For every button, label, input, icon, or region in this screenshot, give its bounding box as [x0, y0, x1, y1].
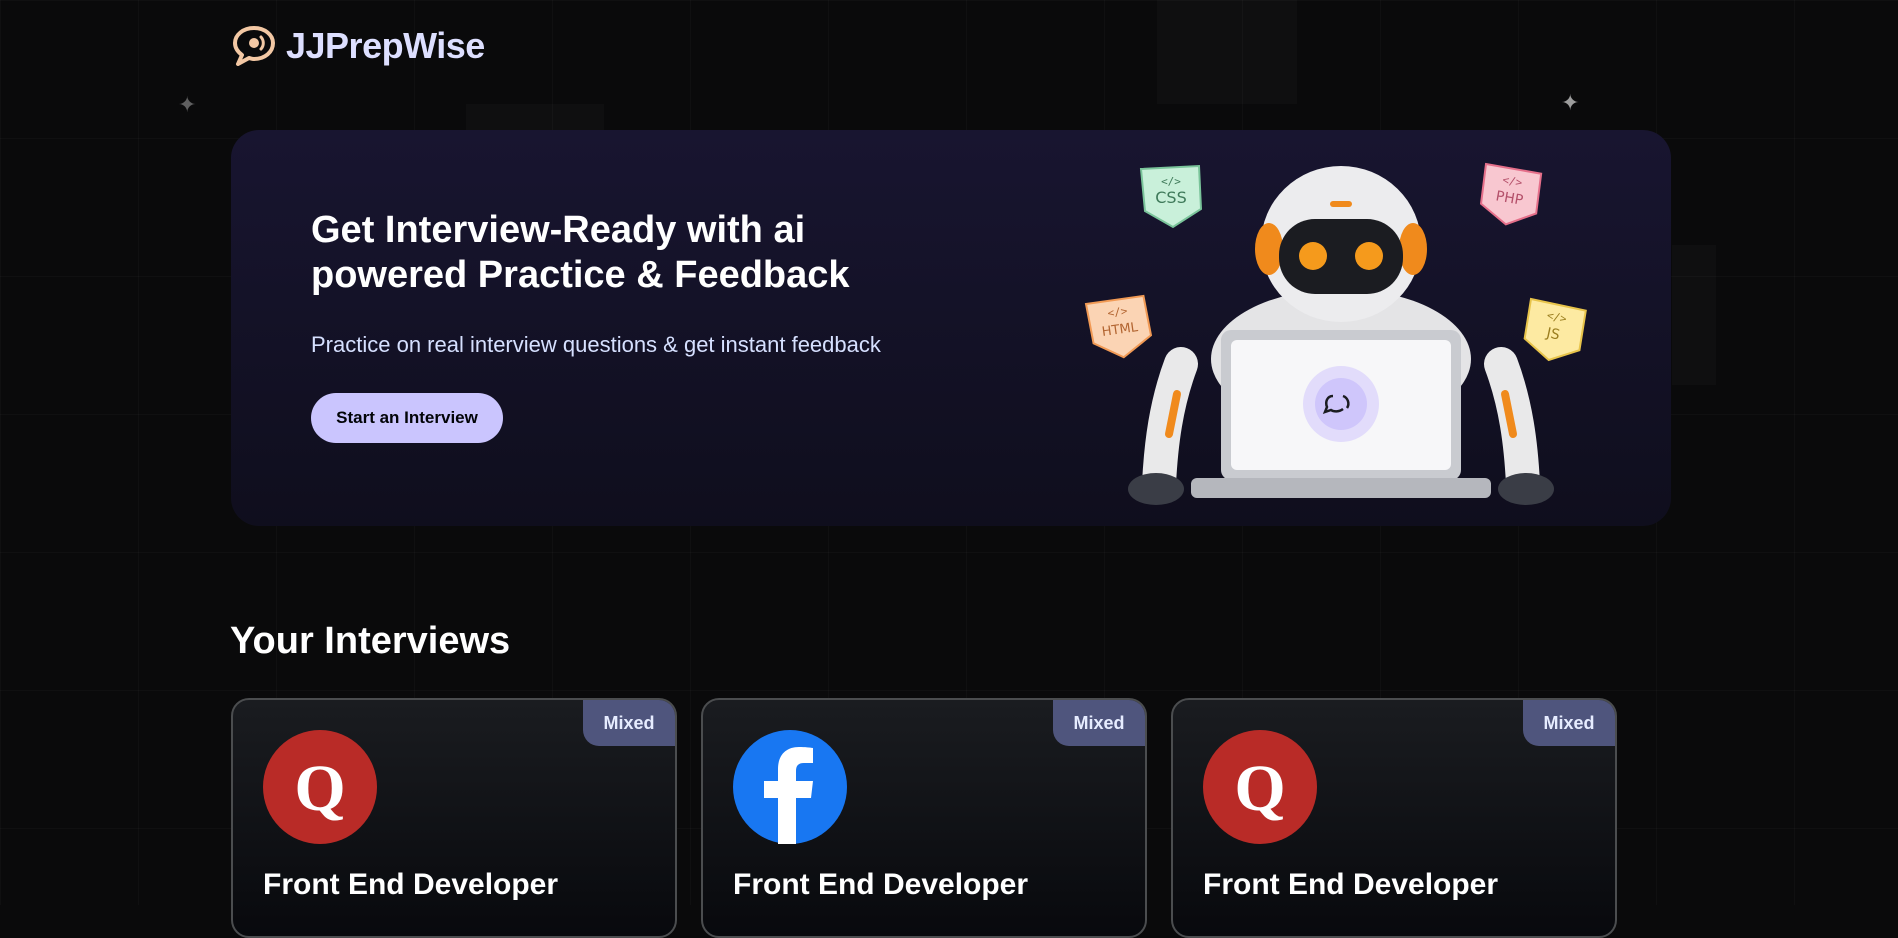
brand-name: JJPrepWise [286, 25, 485, 66]
your-interviews-heading: Your Interviews [230, 620, 511, 662]
sparkle-icon: ✦ [178, 92, 197, 117]
background-tile [1157, 0, 1297, 104]
hero-banner: Get Interview-Ready with ai powered Prac… [231, 130, 1671, 526]
chat-bubble-logo-icon [233, 26, 275, 66]
quora-icon: Q [263, 730, 377, 844]
css-tag-icon: </> CSS [1139, 164, 1203, 229]
interview-role-title: Front End Developer [733, 868, 1029, 901]
interview-type-badge: Mixed [1523, 700, 1615, 746]
interview-type-badge: Mixed [1053, 700, 1145, 746]
sparkle-icon: ✦ [1561, 90, 1580, 115]
svg-text:CSS: CSS [1155, 188, 1186, 207]
svg-text:</>: </> [1161, 175, 1181, 188]
svg-text:Q: Q [1234, 752, 1285, 825]
hero-title: Get Interview-Ready with ai powered Prac… [311, 209, 850, 296]
interview-role-title: Front End Developer [1203, 868, 1499, 901]
background-tile [1672, 245, 1716, 385]
html-tag-icon: </> HTML [1084, 294, 1153, 359]
hero-subtitle: Practice on real interview questions & g… [311, 332, 881, 357]
interview-card[interactable]: Mixed Q Front End Developer [231, 698, 677, 938]
interview-type-badge: Mixed [583, 700, 675, 746]
quora-icon: Q [1203, 730, 1317, 844]
facebook-icon [733, 730, 847, 844]
php-tag-icon: </> PHP [1479, 162, 1543, 226]
svg-text:Q: Q [294, 752, 345, 825]
interview-role-title: Front End Developer [263, 868, 559, 901]
interview-card[interactable]: Mixed Q Front End Developer [1171, 698, 1617, 938]
start-interview-button[interactable]: Start an Interview [311, 393, 503, 443]
js-tag-icon: </> JS [1523, 297, 1587, 362]
top-nav[interactable]: JJPrepWise [230, 24, 485, 68]
interview-card[interactable]: Mixed Front End Developer [701, 698, 1147, 938]
robot-laptop-illustration: </> CSS </> PHP </> HTML </> JS [1084, 162, 1587, 505]
